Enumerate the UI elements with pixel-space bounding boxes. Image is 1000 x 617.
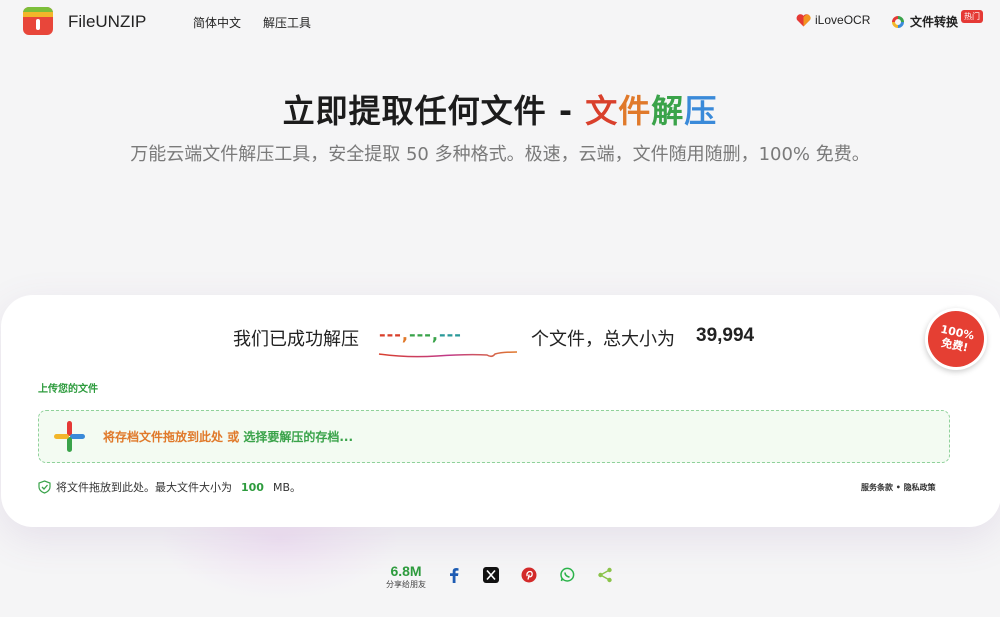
facebook-icon (450, 568, 459, 583)
hot-badge: 热门 (961, 10, 984, 23)
stats-prefix: 我们已成功解压 (233, 329, 359, 350)
title-accent-2: 件 (618, 92, 652, 130)
x-icon (483, 567, 499, 583)
whatsapp-icon (560, 567, 575, 582)
max-size-unit: MB。 (272, 481, 302, 494)
stats-size: 39,994 (696, 325, 755, 346)
upload-card: 我们已成功解压 ---,---,--- 个文件，总大小为 39,994 上传您的… (1, 295, 1000, 527)
logo-icon[interactable] (23, 7, 53, 35)
brand-name[interactable]: FileUNZIP (68, 12, 146, 32)
plus-icon[interactable] (53, 420, 86, 453)
share-stat: 6.8M 分享给朋友 (382, 563, 430, 590)
shield-check-icon (38, 480, 51, 494)
drop-text-primary: 将存档文件拖放到此处 (103, 430, 224, 444)
top-header: FileUNZIP 简体中文 解压工具 iLoveOCR 文件转换 热门 (0, 0, 1000, 42)
pinterest-icon (521, 567, 537, 583)
file-convert-label: 文件转换 (910, 15, 959, 29)
drop-text[interactable]: 将存档文件拖放到此处 或 选择要解压的存档... (103, 428, 353, 445)
nav-language[interactable]: 简体中文 (193, 14, 241, 31)
stats-suffix: 个文件，总大小为 (531, 329, 675, 350)
title-accent-3: 解 (651, 92, 685, 130)
share-label: 分享给朋友 (386, 580, 426, 589)
x-share-button[interactable] (482, 566, 500, 584)
share-count: 6.8M (390, 563, 422, 579)
generic-share-button[interactable] (596, 566, 614, 584)
upload-info: 将文件拖放到此处。最大文件大小为 100 MB。 (38, 479, 301, 495)
nav-unzip-tools[interactable]: 解压工具 (263, 14, 311, 31)
link-file-convert[interactable]: 文件转换 热门 (891, 10, 984, 30)
info-prefix: 将文件拖放到此处。最大文件大小为 (56, 481, 232, 494)
max-size-value: 100 (241, 480, 264, 494)
select-archive-link[interactable]: 选择要解压的存档... (243, 430, 353, 444)
pinterest-share-button[interactable] (520, 566, 538, 584)
file-dropzone[interactable]: 将存档文件拖放到此处 或 选择要解压的存档... (38, 410, 950, 463)
drop-text-or: 或 (223, 430, 244, 444)
facebook-share-button[interactable] (445, 566, 463, 584)
convert-icon (891, 15, 905, 29)
squiggle-underline (378, 351, 518, 358)
link-iloveocr[interactable]: iLoveOCR (796, 13, 870, 27)
title-accent-4: 压 (684, 92, 718, 130)
upload-label: 上传您的文件 (38, 384, 98, 395)
title-main: 立即提取任何文件 - (282, 92, 586, 130)
share-icon (598, 567, 612, 583)
stats-count: ---,---,--- (379, 325, 462, 344)
footer-links: 服务条款 • 隐私政策 (861, 482, 936, 493)
page-title: 立即提取任何文件 - 文件解压 (0, 86, 1000, 132)
whatsapp-share-button[interactable] (558, 566, 576, 584)
privacy-link[interactable]: 隐私政策 (904, 483, 936, 492)
link-separator: • (893, 483, 904, 492)
heart-icon (796, 13, 811, 27)
iloveocr-label: iLoveOCR (815, 13, 871, 27)
page-subtitle: 万能云端文件解压工具，安全提取 50 多种格式。极速，云端，文件随用随删，100… (130, 144, 870, 165)
terms-link[interactable]: 服务条款 (861, 483, 893, 492)
title-accent-1: 文 (585, 92, 619, 130)
